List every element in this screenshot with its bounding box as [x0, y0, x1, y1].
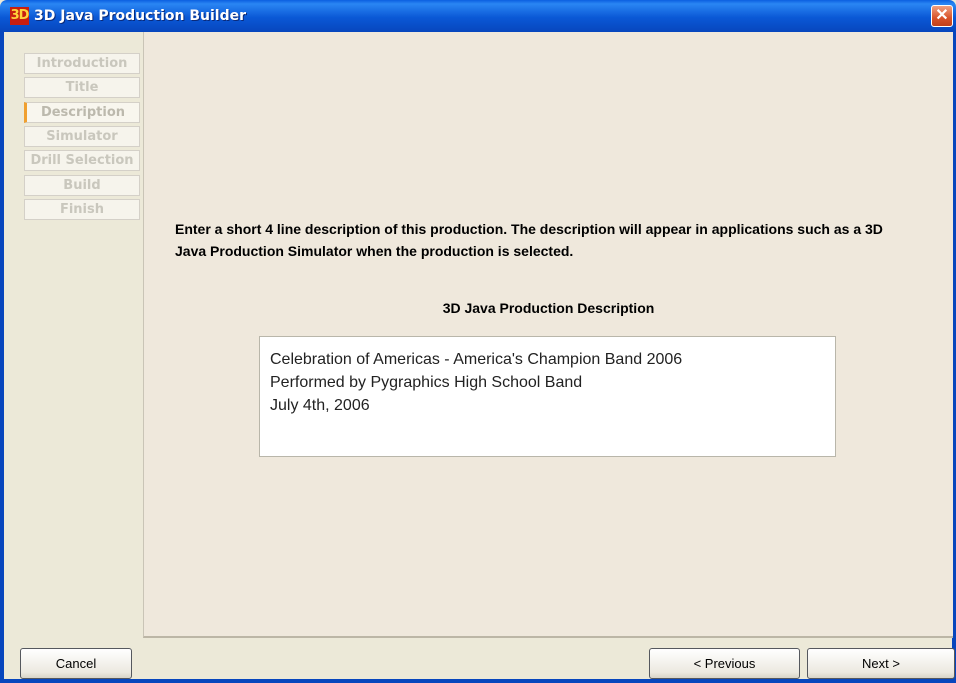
previous-button[interactable]: < Previous: [649, 648, 800, 679]
content-panel: Enter a short 4 line description of this…: [143, 32, 953, 638]
description-textarea[interactable]: Celebration of Americas - America's Cham…: [259, 336, 836, 457]
step-simulator[interactable]: Simulator: [24, 126, 140, 147]
description-line: Celebration of Americas - America's Cham…: [270, 351, 683, 368]
step-finish[interactable]: Finish: [24, 199, 140, 220]
next-button[interactable]: Next >: [807, 648, 955, 679]
description-line: July 4th, 2006: [270, 397, 370, 414]
cancel-button[interactable]: Cancel: [20, 648, 132, 679]
step-drill-selection[interactable]: Drill Selection: [24, 150, 140, 171]
step-description[interactable]: Description: [24, 102, 140, 123]
description-line: Performed by Pygraphics High School Band: [270, 374, 583, 391]
window-title: 3D Java Production Builder: [34, 8, 247, 24]
close-icon[interactable]: ✕: [931, 5, 953, 27]
app-logo-icon: 3D: [10, 7, 29, 25]
wizard-window: Introduction Title Description Simulator…: [0, 32, 956, 683]
description-heading: 3D Java Production Description: [442, 300, 655, 316]
title-bar[interactable]: 3D 3D Java Production Builder ✕: [0, 0, 956, 32]
step-introduction[interactable]: Introduction: [24, 53, 140, 74]
instructions-text: Enter a short 4 line description of this…: [175, 221, 883, 259]
wizard-steps-sidebar: Introduction Title Description Simulator…: [4, 32, 143, 639]
step-title[interactable]: Title: [24, 77, 140, 98]
step-build[interactable]: Build: [24, 175, 140, 196]
